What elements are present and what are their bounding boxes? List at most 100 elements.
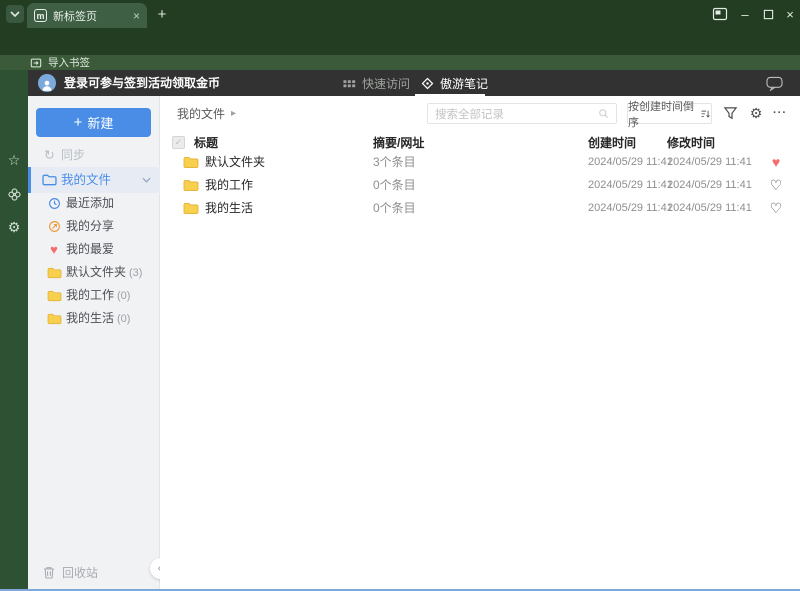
row-created: 2024/05/29 11:41 xyxy=(588,156,673,168)
trash-icon xyxy=(42,565,56,580)
import-bookmarks-button[interactable]: 导入书签 xyxy=(48,55,90,70)
row-title: 我的生活 xyxy=(205,201,254,215)
chevron-down-icon[interactable] xyxy=(142,177,151,183)
browser-window: m 新标签页 × + – × ‹ › ↻ ⌂ ↶ ▾ ☆ 在baidu中搜索，或… xyxy=(0,0,800,591)
maxthon-logo-icon: m xyxy=(34,9,47,22)
item-label: 我的最爱 xyxy=(66,242,115,256)
new-tab-button[interactable]: + xyxy=(153,5,171,23)
tab-close-icon[interactable]: × xyxy=(133,9,140,23)
favorites-rail-button[interactable]: ☆ xyxy=(6,152,22,168)
browser-titlebar: m 新标签页 × + – × xyxy=(0,0,800,28)
maximize-button[interactable] xyxy=(758,5,778,23)
folder-icon xyxy=(46,311,62,327)
sync-label: 同步 xyxy=(61,148,86,162)
col-header-summary[interactable]: 摘要/网址 xyxy=(373,134,424,151)
breadcrumb-arrow-icon: ▸ xyxy=(231,107,237,119)
search-icon xyxy=(599,109,608,118)
heart-icon: ♥ xyxy=(50,242,58,257)
feedback-button[interactable] xyxy=(766,76,783,91)
new-note-button[interactable]: + 新建 xyxy=(36,108,151,137)
favorite-heart-icon[interactable]: ♡ xyxy=(765,197,787,220)
row-title: 默认文件夹 xyxy=(205,155,266,169)
tab-quick-access-label: 快速访问 xyxy=(362,76,411,91)
browser-tab-new-tab-page[interactable]: m 新标签页 × xyxy=(27,3,147,28)
clover-icon xyxy=(7,187,21,201)
grid-icon xyxy=(343,79,356,87)
records-search-input[interactable]: 搜索全部记录 xyxy=(427,103,617,124)
import-bookmarks-icon xyxy=(30,58,42,67)
close-window-button[interactable]: × xyxy=(780,5,800,23)
table-row[interactable]: 我的工作 0个条目 2024/05/29 11:41 2024/05/29 11… xyxy=(160,174,800,197)
view-settings-button[interactable]: ⚙ xyxy=(746,103,766,123)
folder-icon xyxy=(42,174,57,186)
col-header-created[interactable]: 创建时间 xyxy=(588,134,636,151)
funnel-icon xyxy=(723,107,737,120)
row-title: 我的工作 xyxy=(205,178,254,192)
sidebar-item-my-work[interactable]: 我的工作 (0) xyxy=(28,284,160,307)
sidebar-item-recently-added[interactable]: 最近添加 xyxy=(28,192,160,215)
row-created: 2024/05/29 11:41 xyxy=(588,179,673,191)
col-header-title[interactable]: 标题 xyxy=(194,134,218,151)
sort-order-button[interactable]: 按创建时间倒序 xyxy=(627,101,712,129)
folder-icon xyxy=(183,202,199,215)
minimize-button[interactable]: – xyxy=(735,5,755,23)
favorite-heart-icon[interactable]: ♡ xyxy=(765,174,787,197)
chevron-down-icon xyxy=(10,11,20,17)
sidebar-item-my-shares[interactable]: 我的分享 xyxy=(28,215,160,238)
table-row[interactable]: 我的生活 0个条目 2024/05/29 11:41 2024/05/29 11… xyxy=(160,197,800,220)
sidebar-item-my-files[interactable]: 我的文件 xyxy=(28,167,160,193)
notes-content: 我的文件 ▸ 搜索全部记录 按创建时间倒序 ⚙ ··· ✓ 标题 摘要/网址 创… xyxy=(160,96,800,591)
item-label: 我的工作 (0) xyxy=(66,288,131,302)
recycle-bin-button[interactable]: 回收站 xyxy=(28,561,160,585)
apps-rail-button[interactable] xyxy=(6,186,22,202)
maximize-icon xyxy=(763,9,773,19)
row-summary: 3个条目 xyxy=(373,155,416,169)
folder-icon xyxy=(183,156,199,169)
item-label: 我的分享 xyxy=(66,219,115,233)
tab-maxnote[interactable]: 傲游笔记 xyxy=(421,70,488,96)
workspace-layout-button[interactable] xyxy=(710,5,730,23)
tab-list-dropdown-button[interactable] xyxy=(6,5,24,23)
notes-page-header: 登录可参与签到活动领取金币 快速访问 傲游笔记 xyxy=(28,70,800,96)
sidebar-item-my-favorites[interactable]: ♥ 我的最爱 xyxy=(28,238,160,261)
login-banner-text[interactable]: 登录可参与签到活动领取金币 xyxy=(64,70,220,96)
breadcrumb[interactable]: 我的文件 ▸ xyxy=(177,102,236,124)
more-actions-button[interactable]: ··· xyxy=(770,103,790,123)
breadcrumb-label: 我的文件 xyxy=(177,106,226,121)
select-all-checkbox[interactable]: ✓ xyxy=(172,136,185,149)
search-placeholder: 搜索全部记录 xyxy=(435,108,504,121)
my-files-label: 我的文件 xyxy=(61,173,112,187)
item-label: 最近添加 xyxy=(66,196,115,210)
folder-icon xyxy=(183,179,199,192)
sort-icon xyxy=(701,110,711,118)
share-icon xyxy=(46,219,62,235)
folder-icon xyxy=(46,265,62,281)
bookmarks-bar: 导入书签 xyxy=(0,55,800,70)
maxnote-compass-icon xyxy=(421,77,434,89)
row-summary: 0个条目 xyxy=(373,178,416,192)
folder-icon xyxy=(46,288,62,304)
row-created: 2024/05/29 11:41 xyxy=(588,202,673,214)
filter-button[interactable] xyxy=(720,103,740,123)
tab-quick-access[interactable]: 快速访问 xyxy=(343,70,410,96)
sync-button[interactable]: ↻ 同步 xyxy=(28,144,160,166)
item-count: (0) xyxy=(117,313,131,325)
row-modified: 2024/05/29 11:41 xyxy=(667,156,752,168)
tab-title: 新标签页 xyxy=(53,10,97,23)
board-icon xyxy=(712,7,728,21)
selected-indicator xyxy=(28,167,31,193)
item-label: 默认文件夹 (3) xyxy=(66,265,143,279)
sidebar-item-my-life[interactable]: 我的生活 (0) xyxy=(28,307,160,330)
favorite-heart-icon[interactable]: ♥ xyxy=(765,151,787,174)
settings-rail-button[interactable]: ⚙ xyxy=(6,219,22,235)
sidebar-item-default-folder[interactable]: 默认文件夹 (3) xyxy=(28,261,160,284)
table-row[interactable]: 默认文件夹 3个条目 2024/05/29 11:41 2024/05/29 1… xyxy=(160,151,800,174)
item-label: 我的生活 (0) xyxy=(66,311,131,325)
col-header-modified[interactable]: 修改时间 xyxy=(667,134,715,151)
tab-maxnote-label: 傲游笔记 xyxy=(440,76,489,91)
item-count: (0) xyxy=(117,290,131,302)
notes-sidebar: + 新建 ↻ 同步 我的文件 最近添加 我的分享 ♥ 我的最爱 默认文件夹 (3… xyxy=(28,96,171,591)
row-summary: 0个条目 xyxy=(373,201,416,215)
new-note-label: 新建 xyxy=(87,116,114,131)
user-avatar[interactable] xyxy=(38,74,56,92)
